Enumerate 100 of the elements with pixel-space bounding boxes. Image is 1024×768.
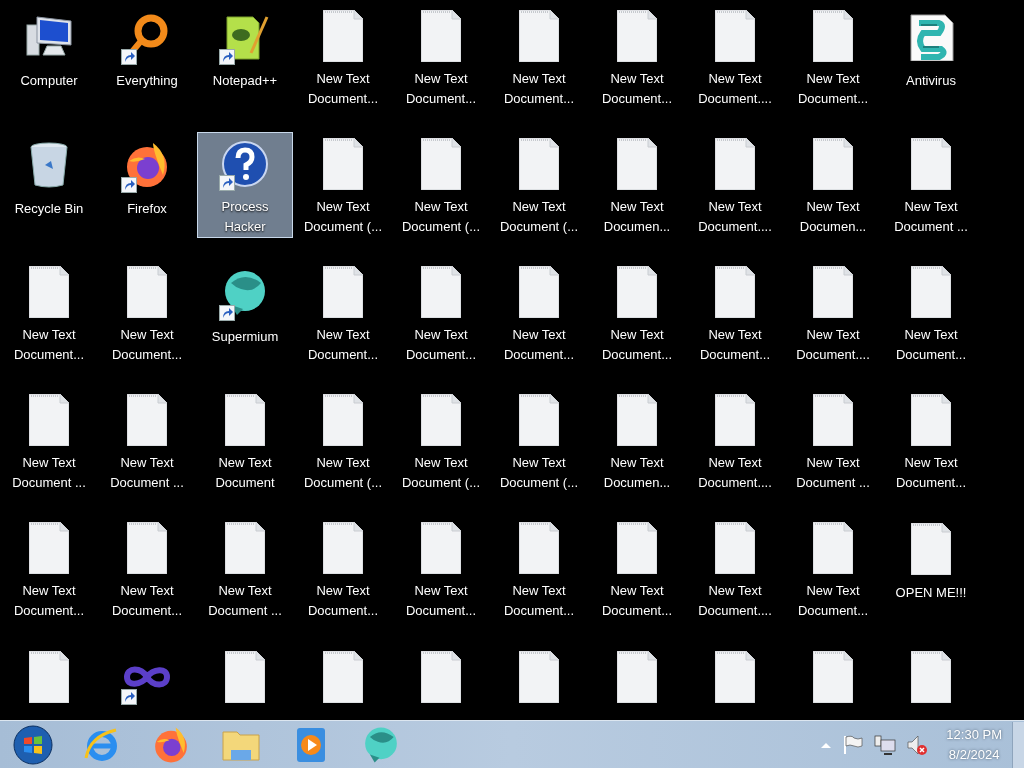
- text-file-icon: [29, 522, 69, 574]
- icon-label: New Text Document ...: [795, 454, 871, 492]
- desktop-icon[interactable]: New Text Document...: [393, 260, 489, 366]
- icon-label: New Text Document...: [600, 582, 674, 620]
- desktop-icon[interactable]: New Text Document...: [785, 4, 881, 110]
- desktop-icon[interactable]: New Text Documen...: [589, 132, 685, 238]
- flag-icon[interactable]: [842, 733, 865, 756]
- desktop-icon[interactable]: New Text Document...: [295, 516, 391, 622]
- desktop-icon[interactable]: Antivirus: [883, 4, 979, 110]
- icon-label: Antivirus: [905, 72, 957, 90]
- icon-label: New Text Document....: [697, 198, 773, 236]
- text-file-icon: [29, 651, 69, 703]
- desktop-icon[interactable]: New Text Documen...: [589, 388, 685, 494]
- icon-label: New Text Document ...: [207, 582, 283, 620]
- icon-label: New Text Document...: [502, 70, 576, 108]
- desktop-icon[interactable]: New Text Document...: [883, 388, 979, 494]
- text-file-icon: [813, 138, 853, 190]
- desktop-icon[interactable]: OPEN ME!!!: [883, 516, 979, 622]
- text-file-icon: [29, 266, 69, 318]
- text-file-icon: [127, 394, 167, 446]
- desktop-icon[interactable]: New Text Document...: [99, 516, 195, 622]
- text-file-icon: [813, 651, 853, 703]
- text-file-icon: [519, 651, 559, 703]
- desktop-icon[interactable]: Everything: [99, 4, 195, 110]
- text-file-icon: [519, 522, 559, 574]
- desktop-icon[interactable]: Firefox: [99, 132, 195, 238]
- desktop-icon[interactable]: New Text Document....: [687, 132, 783, 238]
- desktop-icon[interactable]: New Text Document...: [491, 4, 587, 110]
- icon-label: New Text Document...: [600, 70, 674, 108]
- desktop-icon[interactable]: New Text Document...: [687, 260, 783, 366]
- desktop-icon[interactable]: New Text Document...: [785, 516, 881, 622]
- desktop-icon[interactable]: Recycle Bin: [1, 132, 97, 238]
- desktop-icon[interactable]: New Text Document (...: [295, 132, 391, 238]
- icon-label: New Text Document ...: [11, 454, 87, 492]
- icon-label: New Text Document...: [12, 582, 86, 620]
- desktop-icon[interactable]: New Text Document...: [99, 260, 195, 366]
- desktop-icon[interactable]: New Text Document ...: [883, 132, 979, 238]
- desktop-icon[interactable]: New Text Document (...: [491, 132, 587, 238]
- text-file-icon: [617, 138, 657, 190]
- desktop-icon[interactable]: New Text Document....: [785, 260, 881, 366]
- desktop-icon[interactable]: Notepad++: [197, 4, 293, 110]
- icon-label: New Text Document...: [796, 70, 870, 108]
- text-file-icon: [29, 394, 69, 446]
- icon-label: New Text Document....: [795, 326, 871, 364]
- desktop-icon[interactable]: New Text Document...: [393, 516, 489, 622]
- text-file-icon: [617, 10, 657, 62]
- desktop-icon[interactable]: New Text Document ...: [99, 388, 195, 494]
- muted-speaker-icon[interactable]: [906, 733, 929, 756]
- desktop-icon[interactable]: Supermium: [197, 260, 293, 366]
- icon-label: New Text Document (...: [499, 454, 579, 492]
- desktop-icon[interactable]: New Text Document...: [589, 260, 685, 366]
- icon-label: New Text Document...: [306, 326, 380, 364]
- icon-label: New Text Document....: [697, 582, 773, 620]
- icon-label: Recycle Bin: [13, 200, 85, 218]
- text-file-icon: [715, 522, 755, 574]
- desktop-icon[interactable]: New Text Document (...: [295, 388, 391, 494]
- desktop-icon[interactable]: New Text Document...: [883, 260, 979, 366]
- sphere-icon: [362, 725, 400, 764]
- desktop-icon[interactable]: New Text Document....: [687, 516, 783, 622]
- text-file-icon: [323, 522, 363, 574]
- desktop-icon[interactable]: New Text Document....: [687, 388, 783, 494]
- desktop-icon[interactable]: New Text Document...: [589, 516, 685, 622]
- text-file-icon: [911, 523, 951, 575]
- icon-label: New Text Document...: [12, 326, 86, 364]
- text-file-icon: [323, 10, 363, 62]
- text-file-icon: [715, 651, 755, 703]
- icon-label: New Text Document (...: [303, 454, 383, 492]
- desktop-icon[interactable]: New Text Document ...: [785, 388, 881, 494]
- icon-label: New Text Document...: [502, 326, 576, 364]
- text-file-icon: [421, 266, 461, 318]
- desktop-icon[interactable]: Computer: [1, 4, 97, 110]
- desktop-icon[interactable]: Process Hacker: [197, 132, 293, 238]
- text-file-icon: [911, 266, 951, 318]
- text-file-icon: [715, 10, 755, 62]
- desktop-icon[interactable]: New Text Document...: [295, 260, 391, 366]
- desktop-icon[interactable]: New Text Document...: [393, 4, 489, 110]
- desktop-icon[interactable]: New Text Document....: [687, 4, 783, 110]
- desktop-icon[interactable]: New Text Document...: [491, 516, 587, 622]
- desktop-icon[interactable]: New Text Document...: [295, 4, 391, 110]
- text-file-icon: [323, 138, 363, 190]
- desktop-icon[interactable]: New Text Document (...: [491, 388, 587, 494]
- text-file-icon: [323, 394, 363, 446]
- desktop-icon[interactable]: New Text Document (...: [393, 388, 489, 494]
- text-file-icon: [323, 651, 363, 703]
- desktop-icon[interactable]: New Text Document...: [1, 260, 97, 366]
- icon-label: New Text Document (...: [401, 198, 481, 236]
- network-icon[interactable]: [874, 733, 897, 756]
- desktop-icon[interactable]: New Text Document: [197, 388, 293, 494]
- icon-label: New Text Document....: [697, 70, 773, 108]
- desktop-icon[interactable]: New Text Document...: [1, 516, 97, 622]
- icon-label: New Text Document...: [404, 70, 478, 108]
- desktop-icon[interactable]: New Text Document (...: [393, 132, 489, 238]
- icon-label: New Text Document (...: [499, 198, 579, 236]
- desktop-icon[interactable]: New Text Document...: [491, 260, 587, 366]
- icon-label: New Text Document...: [796, 582, 870, 620]
- desktop-icon[interactable]: New Text Document...: [589, 4, 685, 110]
- text-file-icon: [225, 651, 265, 703]
- desktop-icon[interactable]: New Text Documen...: [785, 132, 881, 238]
- desktop-icon[interactable]: New Text Document ...: [197, 516, 293, 622]
- desktop-icon[interactable]: New Text Document ...: [1, 388, 97, 494]
